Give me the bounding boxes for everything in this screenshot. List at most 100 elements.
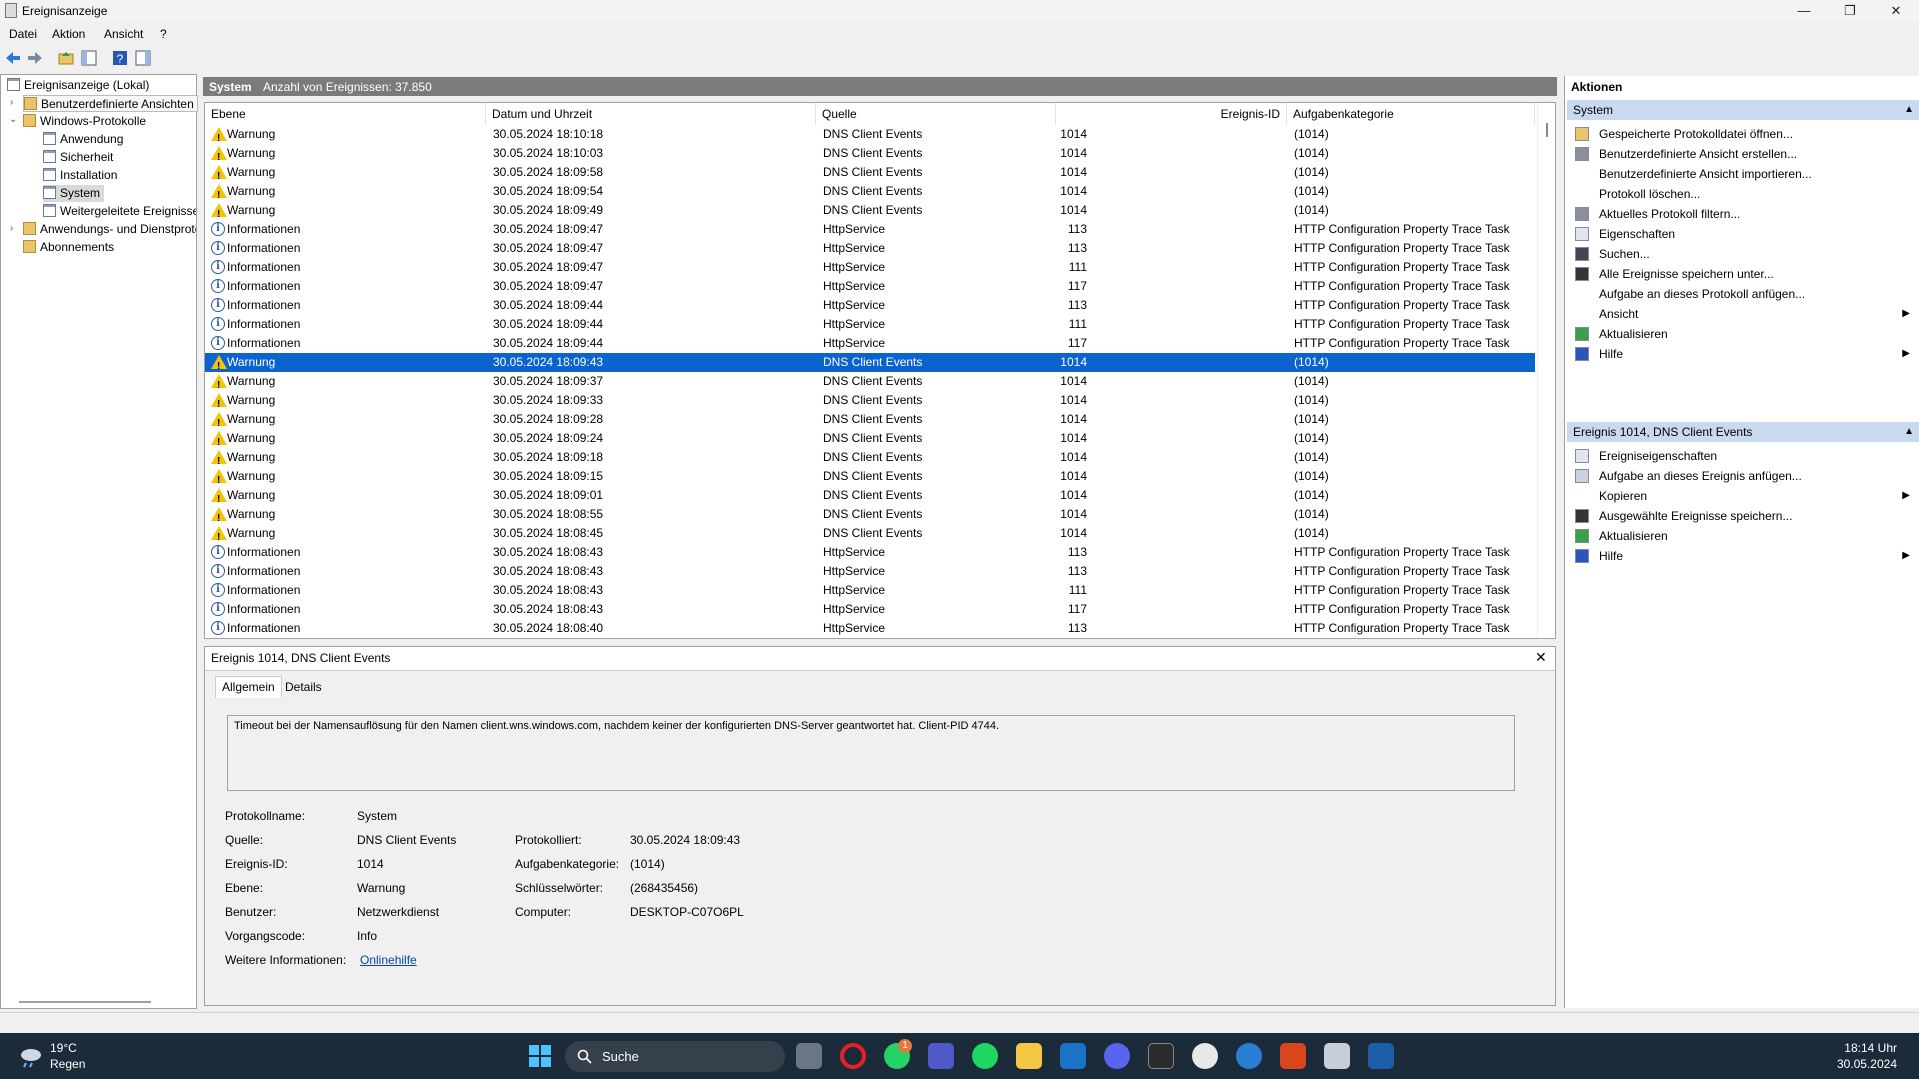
action-item[interactable]: Eigenschaften xyxy=(1569,224,1914,244)
column-header-event-id[interactable]: Ereignis-ID xyxy=(1056,103,1287,125)
online-help-link[interactable]: Onlinehilfe xyxy=(360,953,417,967)
action-item[interactable]: Aufgabe an dieses Protokoll anfügen... xyxy=(1569,284,1914,304)
tab-general[interactable]: Allgemein xyxy=(215,676,282,698)
tab-details[interactable]: Details xyxy=(279,677,328,699)
clock-time[interactable]: 18:14 Uhr xyxy=(1844,1041,1897,1055)
vertical-scrollbar[interactable] xyxy=(1537,103,1555,638)
table-row[interactable]: Warnung 30.05.2024 18:09:15 DNS Client Eve… xyxy=(205,467,1535,490)
table-row[interactable]: i Informationen 30.05.2024 18:09:44 HttpSer… xyxy=(205,315,1535,334)
task-view-icon[interactable] xyxy=(796,1043,822,1069)
discord-icon[interactable] xyxy=(1104,1043,1130,1069)
table-row[interactable]: i Informationen 30.05.2024 18:08:43 HttpSer… xyxy=(205,543,1535,562)
teams-icon[interactable] xyxy=(928,1043,954,1069)
table-row[interactable]: i Informationen 30.05.2024 18:09:47 HttpSer… xyxy=(205,258,1535,277)
help-icon[interactable]: ? xyxy=(111,49,129,67)
scroll-thumb[interactable] xyxy=(1546,123,1548,137)
table-row[interactable]: Warnung 30.05.2024 18:09:28 DNS Client Eve… xyxy=(205,410,1535,433)
maximize-button[interactable]: ❐ xyxy=(1827,0,1873,22)
event-viewer-taskbar-icon[interactable] xyxy=(1324,1043,1350,1069)
back-arrow-icon[interactable] xyxy=(4,49,22,67)
help-app-icon[interactable] xyxy=(1236,1043,1262,1069)
tree-item-forwarded[interactable]: Weitergeleitete Ereignisse xyxy=(43,203,196,220)
forward-arrow-icon[interactable] xyxy=(26,49,44,67)
office-apps-icon[interactable] xyxy=(1280,1043,1306,1069)
action-item[interactable]: Benutzerdefinierte Ansicht erstellen... xyxy=(1569,144,1914,164)
terminal-icon[interactable] xyxy=(1148,1043,1174,1069)
tree-item-installation[interactable]: Installation xyxy=(43,167,117,184)
action-item[interactable]: Ausgewählte Ereignisse speichern... xyxy=(1569,506,1914,526)
close-detail-icon[interactable]: ✕ xyxy=(1535,649,1547,666)
up-folder-icon[interactable] xyxy=(57,49,75,67)
action-item[interactable]: Benutzerdefinierte Ansicht importieren..… xyxy=(1569,164,1914,184)
column-header-source[interactable]: Quelle xyxy=(816,103,1056,125)
table-row[interactable]: i Informationen 30.05.2024 18:09:47 HttpSer… xyxy=(205,277,1535,296)
collapse-icon[interactable]: ▲ xyxy=(1904,100,1914,120)
outlook-icon[interactable] xyxy=(1060,1043,1086,1069)
expand-arrow-icon[interactable]: › xyxy=(10,97,13,108)
tree-item-windows-logs[interactable]: Windows-Protokolle xyxy=(23,113,146,130)
action-item[interactable]: Aktualisieren xyxy=(1569,526,1914,546)
section-header-system[interactable]: System ▲ xyxy=(1567,100,1919,120)
tree-item-subscriptions[interactable]: Abonnements xyxy=(23,239,114,256)
table-row[interactable]: i Informationen 30.05.2024 18:09:44 HttpSer… xyxy=(205,334,1535,353)
table-row[interactable]: Warnung 30.05.2024 18:09:18 DNS Client Eve… xyxy=(205,448,1535,471)
clock-app-icon[interactable] xyxy=(1192,1043,1218,1069)
section-header-event[interactable]: Ereignis 1014, DNS Client Events ▲ xyxy=(1567,422,1919,442)
tree-item-custom-views[interactable]: Benutzerdefinierte Ansichten xyxy=(23,95,198,112)
action-item[interactable]: Kopieren ▶ xyxy=(1569,486,1914,506)
action-item[interactable]: Aufgabe an dieses Ereignis anfügen... xyxy=(1569,466,1914,486)
action-item[interactable]: Aktualisieren xyxy=(1569,324,1914,344)
action-item[interactable]: Aktuelles Protokoll filtern... xyxy=(1569,204,1914,224)
clock-date[interactable]: 30.05.2024 xyxy=(1837,1057,1897,1071)
table-row[interactable]: Warnung 30.05.2024 18:09:49 DNS Client Eve… xyxy=(205,201,1535,224)
action-item[interactable]: Ansicht ▶ xyxy=(1569,304,1914,324)
table-row[interactable]: i Informationen 30.05.2024 18:08:43 HttpSer… xyxy=(205,600,1535,619)
expand-arrow-icon[interactable]: › xyxy=(10,223,13,234)
table-row[interactable]: Warnung 30.05.2024 18:09:37 DNS Client Eve… xyxy=(205,372,1535,395)
file-explorer-icon[interactable] xyxy=(1016,1043,1042,1069)
close-button[interactable]: ✕ xyxy=(1873,0,1919,22)
remote-app-icon[interactable] xyxy=(1368,1043,1394,1069)
collapse-icon[interactable]: ▲ xyxy=(1904,422,1914,442)
menu-help[interactable]: ? xyxy=(160,27,167,41)
weather-cloud-icon[interactable] xyxy=(18,1044,44,1068)
table-row[interactable]: Warnung 30.05.2024 18:10:18 DNS Client Eve… xyxy=(205,125,1535,148)
collapse-arrow-icon[interactable]: ⌄ xyxy=(9,114,17,125)
action-item[interactable]: Hilfe ▶ xyxy=(1569,546,1914,566)
table-row[interactable]: i Informationen 30.05.2024 18:08:43 HttpSer… xyxy=(205,562,1535,581)
table-row[interactable]: i Informationen 30.05.2024 18:08:43 HttpSer… xyxy=(205,581,1535,600)
tree-item-anwendung[interactable]: Anwendung xyxy=(43,131,123,148)
action-item[interactable]: Alle Ereignisse speichern unter... xyxy=(1569,264,1914,284)
taskbar-search[interactable]: Suche xyxy=(565,1041,785,1072)
table-row[interactable]: i Informationen 30.05.2024 18:09:47 HttpSer… xyxy=(205,239,1535,258)
table-row[interactable]: Warnung 30.05.2024 18:10:03 DNS Client Eve… xyxy=(205,144,1535,167)
menu-aktion[interactable]: Aktion xyxy=(52,27,85,41)
spotify-icon[interactable] xyxy=(972,1043,998,1069)
tree-item-system[interactable]: System xyxy=(43,185,105,202)
table-row[interactable]: i Informationen 30.05.2024 18:09:47 HttpSer… xyxy=(205,220,1535,239)
table-row[interactable]: Warnung 30.05.2024 18:08:45 DNS Client Eve… xyxy=(205,524,1535,547)
table-row[interactable]: Warnung 30.05.2024 18:09:01 DNS Client Eve… xyxy=(205,486,1535,509)
action-item[interactable]: Protokoll löschen... xyxy=(1569,184,1914,204)
table-row[interactable]: Warnung 30.05.2024 18:09:24 DNS Client Eve… xyxy=(205,429,1535,452)
windows-start-icon[interactable] xyxy=(528,1044,552,1068)
table-row[interactable]: Warnung 30.05.2024 18:09:43 DNS Client Eve… xyxy=(205,353,1535,376)
column-header-task-category[interactable]: Aufgabenkategorie xyxy=(1287,103,1535,125)
show-hide-tree-icon[interactable] xyxy=(80,49,98,67)
table-row[interactable]: Warnung 30.05.2024 18:09:58 DNS Client Eve… xyxy=(205,163,1535,186)
menu-datei[interactable]: Datei xyxy=(9,27,37,41)
table-row[interactable]: Warnung 30.05.2024 18:09:54 DNS Client Eve… xyxy=(205,182,1535,205)
tree-item-sicherheit[interactable]: Sicherheit xyxy=(43,149,113,166)
column-header-datetime[interactable]: Datum und Uhrzeit xyxy=(486,103,816,125)
show-hide-actions-icon[interactable] xyxy=(134,49,152,67)
table-row[interactable]: Warnung 30.05.2024 18:09:33 DNS Client Eve… xyxy=(205,391,1535,414)
table-row[interactable]: i Informationen 30.05.2024 18:09:44 HttpSer… xyxy=(205,296,1535,315)
horizontal-scrollbar[interactable] xyxy=(19,1001,151,1003)
tree-item-app-service-logs[interactable]: Anwendungs- und Dienstprotokolle xyxy=(23,221,196,238)
action-item[interactable]: Gespeicherte Protokolldatei öffnen... xyxy=(1569,124,1914,144)
action-item[interactable]: Ereigniseigenschaften xyxy=(1569,446,1914,466)
column-header-level[interactable]: Ebene xyxy=(205,103,486,125)
opera-icon[interactable] xyxy=(840,1043,866,1069)
tree-root[interactable]: Ereignisanzeige (Lokal) xyxy=(7,77,149,94)
action-item[interactable]: Hilfe ▶ xyxy=(1569,344,1914,364)
